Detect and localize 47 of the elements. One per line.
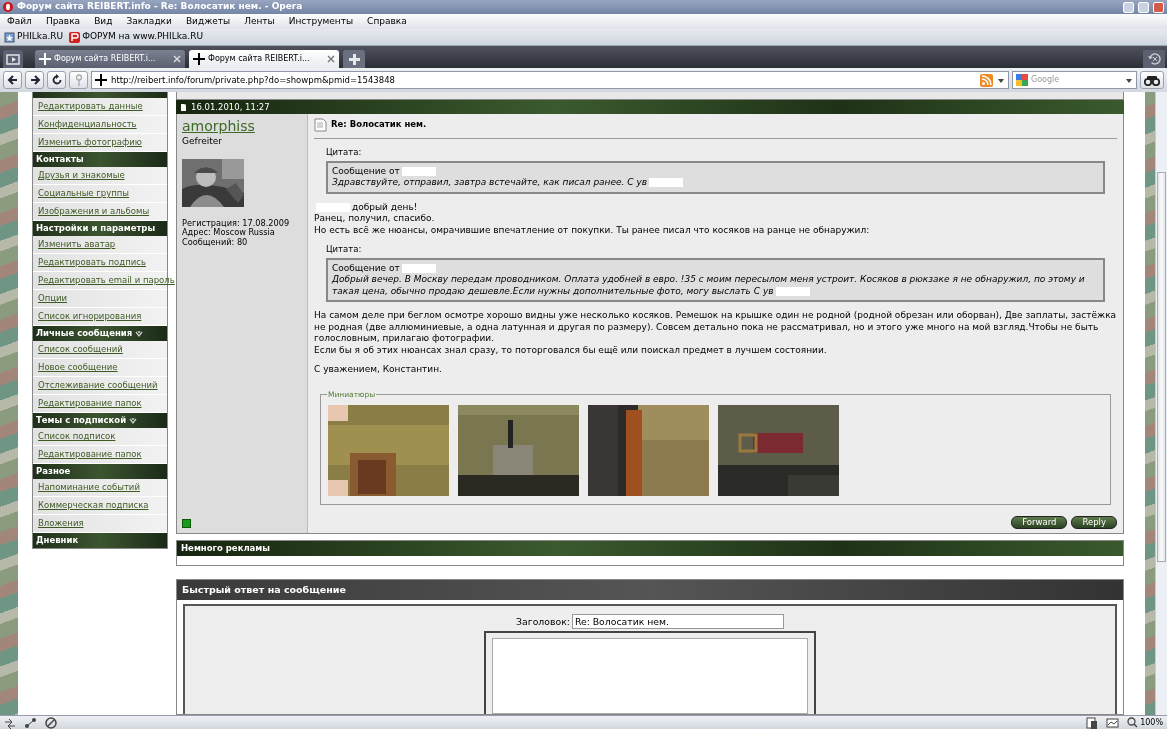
menu-item[interactable]: Инструменты (281, 14, 361, 29)
bookmark-link[interactable]: PHILka.RU (4, 30, 64, 44)
zoom-control[interactable]: 100% (1126, 716, 1163, 729)
browser-tab[interactable]: Форум сайта REIBERT.i... (35, 50, 185, 68)
menu-item[interactable]: Вид (87, 14, 120, 29)
post-text: С уважением, Константин. (314, 364, 442, 374)
quote-label: Цитата: (326, 147, 363, 159)
menu-item[interactable]: Закладки (119, 14, 179, 29)
username-link[interactable]: amorphiss (182, 119, 302, 133)
quote-text: Здравствуйте, отправил, завтра встечайте, как писал ранее. С ув (332, 177, 1099, 189)
sidebar-heading: Дневник (36, 534, 79, 547)
user-info: Сообщений: 80 (182, 237, 249, 248)
post-date: 16.01.2010, 11:27 (191, 100, 270, 114)
bookmark-link[interactable]: ФОРУМ на www.PHILka.RU (69, 30, 204, 44)
sidebar-heading: Разное (36, 465, 71, 478)
sidebar-heading: Темы с подпиской (36, 414, 127, 427)
post-text: добрый день! (352, 201, 418, 212)
browser-tab[interactable]: Форум сайта REIBERT.i... (189, 50, 339, 68)
post-title: Re: Волосатик нем. (331, 119, 427, 131)
quote-label: Цитата: (326, 244, 363, 256)
post-text: Ранец, получил, спасибо. (314, 213, 435, 223)
user-rank: Gefreiter (182, 135, 223, 149)
message-button[interactable]: Reply (1071, 516, 1117, 529)
section-title: Быстрый ответ на сообщение (182, 582, 346, 597)
sidebar-heading: Настройки и параметры (36, 222, 156, 235)
post-text: На самом деле при беглом осмотре хорошо видны уже несколько косяков. Ремешок на крышке один не родной (родной обрезан или оборван), Две заплаты, застёжка не родная (две аллюминиевые, а одна латунная и другая по размеру). Совсем детально пока не рассматривал, но и этого уже много на мой взгляд.Чтобы не быть голословным, прилагаю фотографии. (314, 310, 1117, 343)
post-text: Если бы я об этих нюансах знал сразу, то поторговался бы ещё или поискал предмет в лучшем состоянии. (314, 344, 827, 355)
menu-item[interactable]: Правка (38, 14, 88, 29)
quote-text: Добрый вечер. В Москву передам проводником. Оплата удобней в евро. !35 с моим пересылом меня устроит. Косяков в рюкзаке я не обнаружил, по этому и такая цена, обычно продаю дешевле.Если нужны дополнительные фото, могу выслать С ув (332, 274, 1086, 297)
sidebar-heading: Контакты (36, 153, 84, 166)
subject-field[interactable]: Re: Волосатик нем. (571, 614, 784, 629)
user-info: Адрес: Moscow Russia (182, 228, 276, 238)
window-title: Форум сайта REIBERT.info - Re: Волосатик нем. - Opera (17, 0, 303, 14)
menu-item[interactable]: Справка (360, 14, 414, 29)
sidebar-link[interactable]: Редактировать email и пароль (38, 274, 175, 287)
post-text: Но есть всё же нюансы, омрачившие впечатление от покупки. Ты ранее писал что косяков на ранце не обнаружил: (314, 224, 870, 235)
user-info: Регистрация: 17.08.2009 (182, 218, 291, 229)
sidebar-link[interactable]: Опции (38, 292, 68, 305)
section-title: Немного рекламы (181, 542, 270, 555)
menu-item[interactable]: Виджеты (178, 14, 238, 29)
sidebar-heading: Личные сообщения (36, 327, 133, 340)
subject-label: Заголовок: (516, 614, 570, 629)
quote-author: Сообщение от (332, 165, 400, 176)
message-button[interactable]: Forward (1011, 516, 1068, 529)
menu-item[interactable]: Файл (0, 14, 39, 29)
quote-author: Сообщение от (332, 262, 400, 273)
menu-item[interactable]: Ленты (237, 14, 282, 29)
